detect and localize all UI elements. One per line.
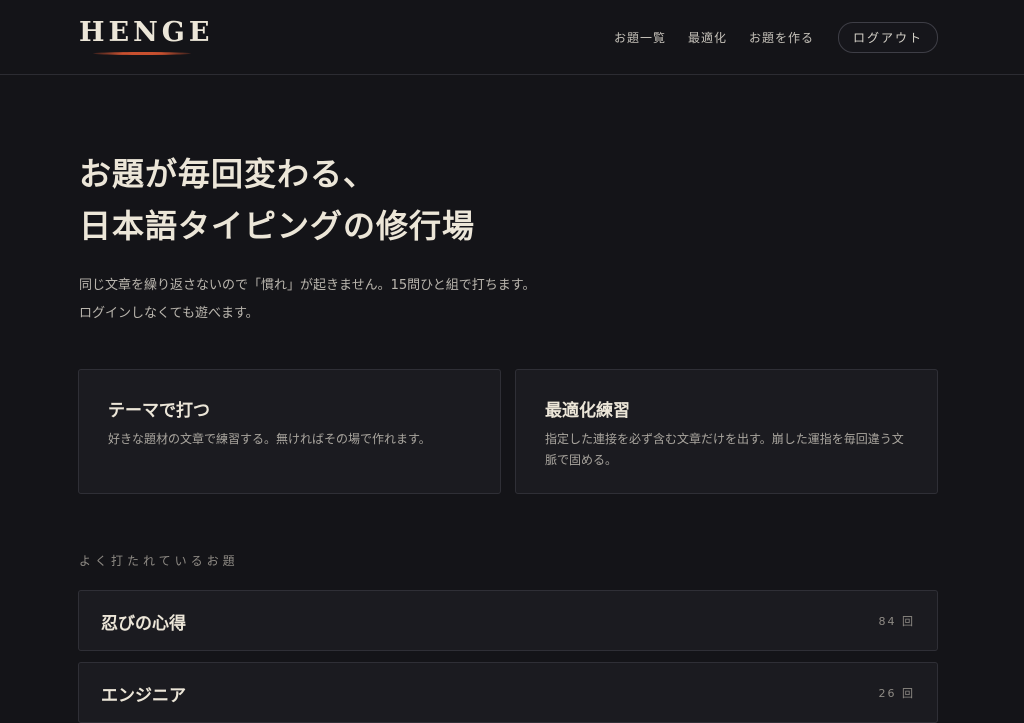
hero-title-line-1: お題が毎回変わる、 xyxy=(79,155,377,193)
main-nav: お題一覧 最適化 お題を作る ログアウト xyxy=(614,21,938,53)
topic-title: 忍びの心得 xyxy=(101,614,186,634)
nav-link-create[interactable]: お題を作る xyxy=(749,29,814,46)
hero-title-line-2: 日本語タイピングの修行場 xyxy=(79,207,476,245)
hero-title: お題が毎回変わる、 日本語タイピングの修行場 xyxy=(79,148,475,252)
topic-row[interactable]: エンジニア 26 回 xyxy=(78,662,938,723)
card-description: 指定した連接を必ず含む文章だけを出す。崩した運指を毎回違う文脈で固める。 xyxy=(545,432,904,467)
card-description: 好きな題材の文章で練習する。無ければその場で作れます。 xyxy=(108,432,431,446)
topic-play-count: 84 回 xyxy=(878,615,915,628)
card-title: 最適化練習 xyxy=(545,401,630,421)
topic-play-count: 26 回 xyxy=(878,687,915,700)
hero-description-line-1: 同じ文章を繰り返さないので「慣れ」が起きません。15問ひと組で打ちます。 xyxy=(79,278,536,293)
logo-brush-stroke xyxy=(93,52,191,55)
nav-link-optimize[interactable]: 最適化 xyxy=(688,29,727,46)
logo[interactable]: HENGE xyxy=(79,17,213,49)
site-header: HENGE お題一覧 最適化 お題を作る ログアウト xyxy=(0,0,1024,75)
topic-row[interactable]: 忍びの心得 84 回 xyxy=(78,590,938,651)
logout-button[interactable]: ログアウト xyxy=(837,21,938,53)
hero-description-line-2: ログインしなくても遊べます。 xyxy=(79,306,259,321)
optimization-practice-card[interactable]: 最適化練習 指定した連接を必ず含む文章だけを出す。崩した運指を毎回違う文脈で固め… xyxy=(515,369,938,494)
popular-topics-heading: よく打たれているお題 xyxy=(79,554,239,568)
theme-typing-card[interactable]: テーマで打つ 好きな題材の文章で練習する。無ければその場で作れます。 xyxy=(78,369,501,494)
hero-description: 同じ文章を繰り返さないので「慣れ」が起きません。15問ひと組で打ちます。 ログイ… xyxy=(79,272,535,328)
topic-title: エンジニア xyxy=(101,686,186,706)
card-title: テーマで打つ xyxy=(108,401,210,421)
nav-link-topics[interactable]: お題一覧 xyxy=(614,29,666,46)
